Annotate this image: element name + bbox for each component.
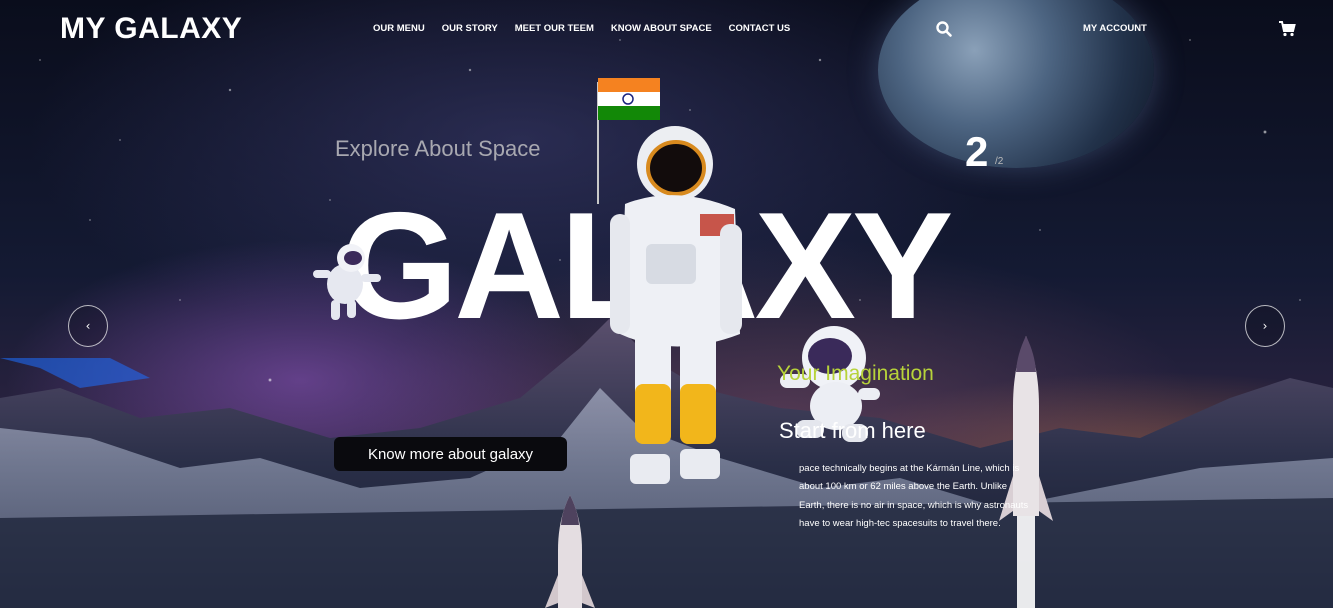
nav-know-about-space[interactable]: KNOW ABOUT SPACE [611, 23, 712, 34]
rocket-left-illustration [545, 495, 595, 608]
slide-counter-current: 2 [965, 128, 989, 175]
info-subhead: Start from here [779, 418, 926, 443]
chevron-right-icon: › [1262, 319, 1268, 333]
chevron-left-icon: ‹ [85, 319, 91, 333]
slide-counter-total: /2 [995, 156, 1004, 167]
search-icon[interactable] [935, 20, 953, 38]
cart-icon[interactable] [1278, 20, 1296, 38]
site-logo[interactable]: MY GALAXY [60, 12, 242, 46]
info-tagline: Your Imagination [777, 362, 934, 385]
nav-meet-our-team[interactable]: MEET OUR TEEM [515, 23, 594, 34]
astronaut-with-flag-illustration [597, 78, 742, 484]
nav-contact-us[interactable]: CONTACT US [729, 23, 791, 34]
nav-our-menu[interactable]: OUR MENU [373, 23, 425, 34]
main-menu: OUR MENU OUR STORY MEET OUR TEEM KNOW AB… [373, 23, 790, 34]
slider-prev-button[interactable]: ‹ [68, 305, 108, 347]
know-more-button[interactable]: Know more about galaxy [334, 437, 567, 471]
info-body-text: pace technically begins at the Kármán Li… [799, 463, 1029, 530]
my-account-link[interactable]: MY ACCOUNT [1083, 23, 1147, 34]
floating-astronaut-illustration [313, 244, 381, 320]
slider-next-button[interactable]: › [1245, 305, 1285, 347]
nav-our-story[interactable]: OUR STORY [442, 23, 498, 34]
hero-kicker: Explore About Space [335, 136, 541, 161]
top-navigation: MY GALAXY OUR MENU OUR STORY MEET OUR TE… [0, 0, 1333, 58]
